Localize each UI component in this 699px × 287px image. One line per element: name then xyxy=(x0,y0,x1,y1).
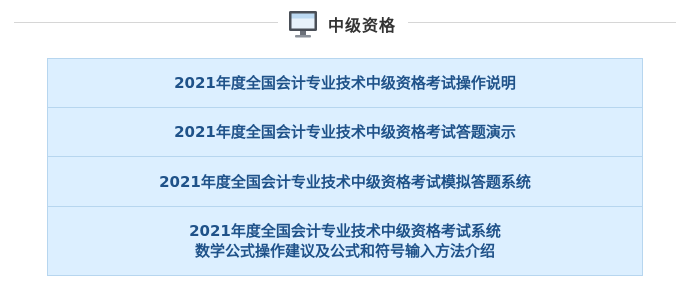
list-item-mock-system[interactable]: 2021年度全国会计专业技术中级资格考试模拟答题系统 xyxy=(47,156,643,207)
header-divider-left xyxy=(14,22,278,23)
list-item-label: 2021年度全国会计专业技术中级资格考试操作说明 xyxy=(174,74,516,92)
page-title: 中级资格 xyxy=(328,16,397,35)
list-item-label: 2021年度全国会计专业技术中级资格考试模拟答题系统 xyxy=(159,172,531,191)
header-title-group: 中级资格 xyxy=(288,9,396,39)
link-list: 2021年度全国会计专业技术中级资格考试操作说明 2021年度全国会计专业技术中… xyxy=(47,58,643,276)
list-item-operation-guide[interactable]: 2021年度全国会计专业技术中级资格考试操作说明 xyxy=(47,58,643,108)
monitor-icon xyxy=(288,9,318,39)
header-divider-right xyxy=(408,22,676,23)
list-item-label-line2: 数学公式操作建议及公式和符号输入方法介绍 xyxy=(194,242,495,260)
list-item-label-line1: 2021年度全国会计专业技术中级资格考试系统 xyxy=(189,222,501,240)
list-item-answer-demo[interactable]: 2021年度全国会计专业技术中级资格考试答题演示 xyxy=(47,107,643,157)
section-header: 中级资格 xyxy=(0,0,699,50)
list-item-label: 2021年度全国会计专业技术中级资格考试答题演示 xyxy=(174,123,516,141)
list-item-formula-input-guide[interactable]: 2021年度全国会计专业技术中级资格考试系统 数学公式操作建议及公式和符号输入方… xyxy=(47,206,643,276)
